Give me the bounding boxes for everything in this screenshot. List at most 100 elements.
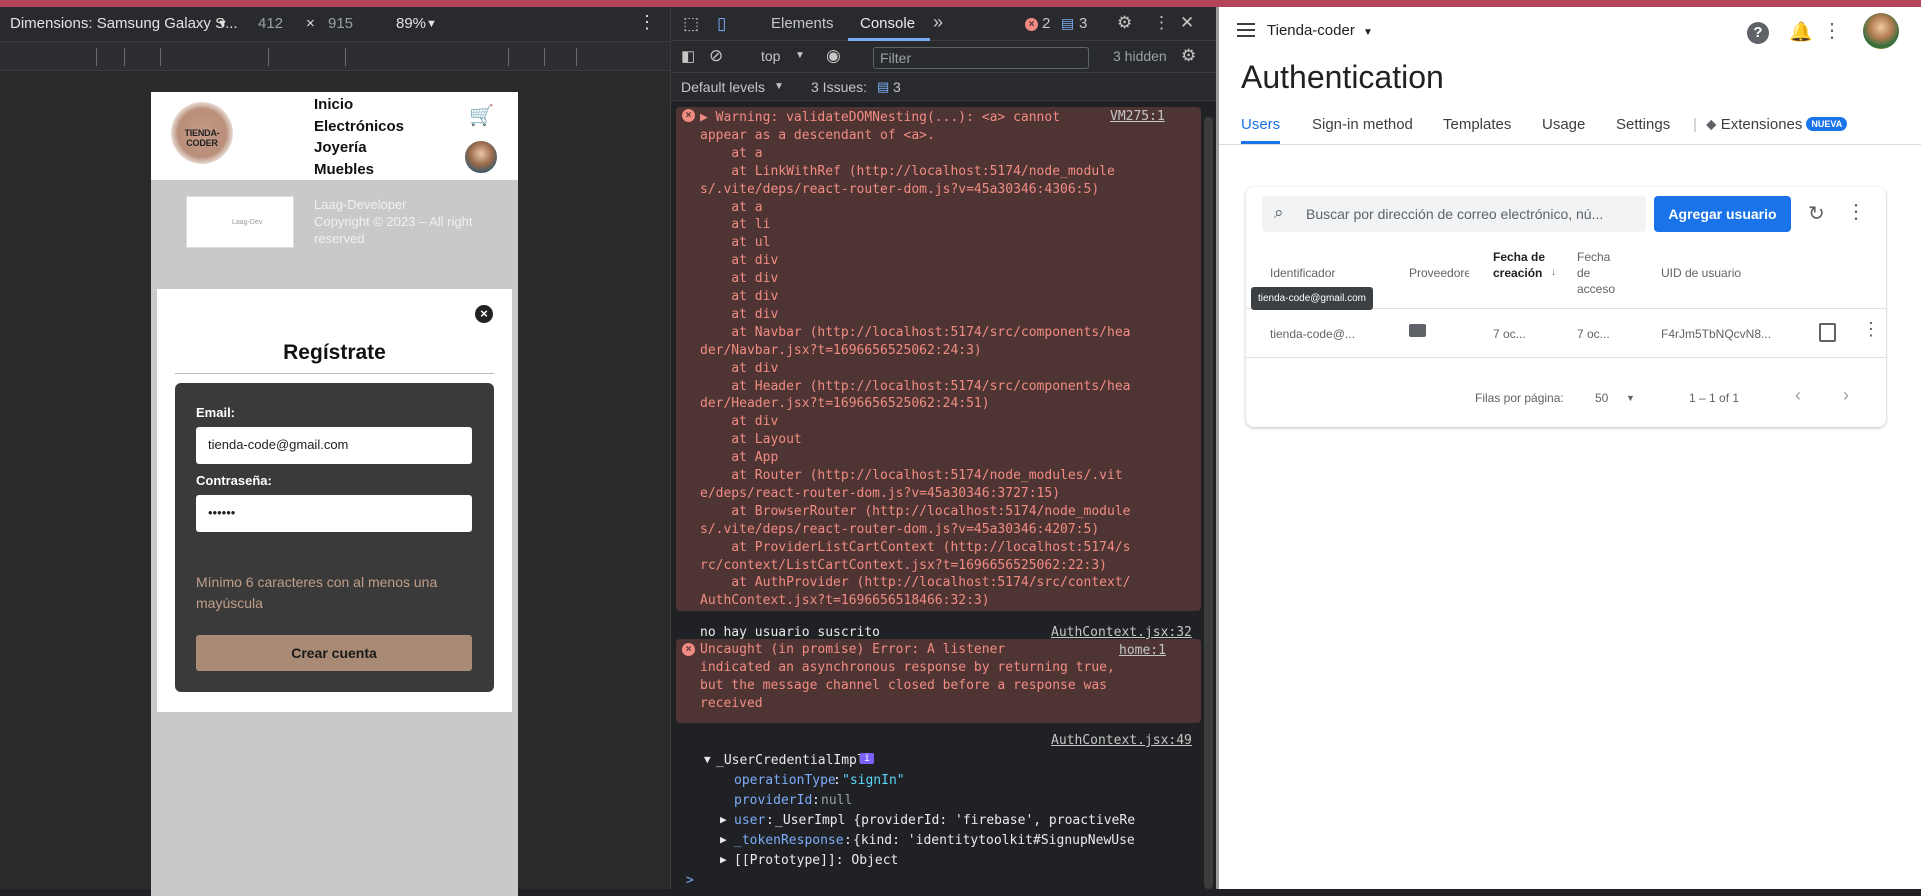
source-link[interactable]: VM275:1 — [1110, 109, 1165, 124]
more-tabs-icon[interactable]: » — [933, 12, 943, 33]
more-options-icon[interactable]: ⋮ — [1822, 18, 1842, 43]
device-toggle-icon[interactable]: ▯ — [717, 14, 726, 34]
site-logo[interactable]: TIENDA-CODER — [171, 102, 233, 164]
source-link[interactable]: AuthContext.jsx:32 — [1051, 625, 1192, 640]
bell-icon[interactable]: 🔔 — [1789, 20, 1813, 44]
column-header-created[interactable]: Fecha de creación — [1493, 249, 1551, 281]
chevron-down-icon[interactable]: ▼ — [774, 81, 784, 92]
levels-select[interactable]: Default levels — [681, 79, 765, 95]
warning-stack-line: rc/context/ListCartContext.jsx?t=1696656… — [700, 557, 1107, 573]
warning-stack-line: at ProviderListCartContext (http://local… — [700, 539, 1131, 555]
expand-triangle-icon[interactable]: ▶ — [720, 813, 727, 826]
password-field[interactable]: •••••• — [196, 495, 472, 532]
more-options-icon[interactable]: ⋮ — [638, 12, 656, 33]
nav-link-muebles[interactable]: Muebles — [314, 159, 434, 181]
prop-key[interactable]: user — [734, 813, 765, 828]
next-page-icon[interactable]: › — [1843, 385, 1849, 406]
warning-stack-line: at LinkWithRef (http://localhost:5174/no… — [700, 163, 1115, 179]
eye-icon[interactable]: ◉ — [826, 46, 841, 66]
error-count[interactable]: 2 — [1042, 15, 1050, 32]
dimension-swap-icon[interactable]: × — [306, 15, 315, 32]
firebase-console-pane: Tienda-coder ▼ ? 🔔 ⋮ Authentication User… — [1216, 7, 1921, 889]
chevron-down-icon: ▼ — [1363, 27, 1373, 38]
clear-console-icon[interactable]: ⊘ — [709, 46, 723, 66]
cart-icon[interactable]: 🛒 — [469, 103, 494, 129]
issue-count[interactable]: 3 — [1079, 15, 1087, 32]
prototype-entry[interactable]: [[Prototype]]: Object — [734, 853, 898, 868]
close-icon[interactable]: ✕ — [1180, 13, 1194, 33]
refresh-icon[interactable]: ↻ — [1808, 201, 1825, 226]
console-scrollbar[interactable] — [1204, 117, 1213, 889]
issues-badge[interactable]: 3 — [893, 79, 901, 95]
mail-icon — [1409, 324, 1426, 337]
column-header-uid[interactable]: UID de usuario — [1661, 265, 1741, 281]
devtools-pane: ⬚ ▯ Elements Console » × 2 ▤ 3 ⚙ ⋮ ✕ ◧ ⊘… — [670, 7, 1217, 889]
search-input[interactable]: ⌕ Buscar por dirección de correo electró… — [1262, 196, 1646, 232]
help-icon[interactable]: ? — [1747, 22, 1769, 44]
device-width-field[interactable]: 412 — [258, 15, 283, 32]
tab-users[interactable]: Users — [1241, 116, 1280, 133]
tab-templates[interactable]: Templates — [1443, 116, 1511, 133]
avatar[interactable] — [1863, 13, 1899, 49]
menu-icon[interactable] — [1237, 23, 1255, 37]
console-prompt[interactable]: > — [686, 873, 694, 888]
chevron-down-icon[interactable]: ▼ — [1626, 393, 1635, 403]
cell-last-access: 7 oc... — [1577, 327, 1610, 341]
source-link[interactable]: home:1 — [1119, 643, 1166, 658]
console-log-text: no hay usuario suscrito — [700, 625, 881, 640]
more-options-icon[interactable]: ⋮ — [1862, 319, 1880, 340]
gear-icon[interactable]: ⚙ — [1181, 46, 1196, 66]
rows-per-page-select[interactable]: 50 — [1595, 391, 1608, 405]
context-select[interactable]: top — [761, 48, 780, 64]
add-user-button[interactable]: Agregar usuario — [1654, 196, 1791, 232]
device-height-field[interactable]: 915 — [328, 15, 353, 32]
column-header-provider[interactable]: Proveedore — [1409, 265, 1469, 281]
nav-link-electronicos[interactable]: Electrónicos — [314, 116, 434, 138]
expand-triangle-icon[interactable]: ▶ — [720, 833, 727, 846]
warning-stack-line: at div — [700, 271, 779, 287]
nav-link-inicio[interactable]: Inicio — [314, 94, 434, 116]
expand-triangle-icon[interactable]: ▼ — [704, 753, 711, 766]
prop-value: _UserImpl {providerId: 'firebase', proac… — [775, 813, 1136, 828]
info-badge[interactable]: i — [860, 753, 875, 764]
source-link[interactable]: AuthContext.jsx:49 — [1051, 733, 1192, 748]
previous-page-icon[interactable]: ‹ — [1795, 385, 1801, 406]
device-select[interactable]: Dimensions: Samsung Galaxy S... — [10, 15, 238, 32]
gear-icon[interactable]: ⚙ — [1117, 13, 1132, 33]
object-name[interactable]: _UserCredentialImpl — [716, 753, 865, 768]
chevron-down-icon[interactable]: ▼ — [426, 18, 437, 30]
column-header-identifier[interactable]: Identificador — [1270, 265, 1335, 281]
chevron-down-icon[interactable]: ▼ — [795, 50, 805, 61]
footer-logo: Laag-Dev — [186, 196, 294, 248]
prop-key[interactable]: _tokenResponse — [734, 833, 844, 848]
avatar[interactable] — [463, 139, 499, 175]
divider — [1219, 144, 1921, 145]
warning-stack-line: at a — [700, 145, 763, 161]
sort-arrow-icon[interactable]: ↓ — [1551, 265, 1556, 281]
tab-extensions[interactable]: ⬥ Extensiones NUEVA — [1706, 116, 1848, 133]
create-account-button[interactable]: Crear cuenta — [196, 635, 472, 671]
copy-icon[interactable] — [1819, 323, 1836, 342]
more-options-icon[interactable]: ⋮ — [1846, 199, 1866, 224]
sidebar-toggle-icon[interactable]: ◧ — [681, 47, 695, 65]
issues-label[interactable]: 3 Issues: — [811, 79, 867, 95]
expand-triangle-icon[interactable]: ▶ — [720, 853, 727, 866]
tab-console[interactable]: Console — [860, 15, 915, 32]
nav-link-joyeria[interactable]: Joyería — [314, 137, 434, 159]
tab-elements[interactable]: Elements — [771, 15, 834, 32]
tab-usage[interactable]: Usage — [1542, 116, 1585, 133]
email-field[interactable]: tienda-code@gmail.com — [196, 427, 472, 464]
tab-sign-in-method[interactable]: Sign-in method — [1312, 116, 1413, 133]
footer-text: Laag-Developer Copyright © 2023 – All ri… — [314, 197, 473, 246]
more-options-icon[interactable]: ⋮ — [1153, 13, 1170, 33]
column-header-last-access[interactable]: Fecha de acceso — [1577, 249, 1627, 297]
chevron-down-icon[interactable]: ▼ — [217, 18, 228, 30]
cell-identifier[interactable]: tienda-code@... — [1270, 327, 1355, 341]
project-select[interactable]: Tienda-coder ▼ — [1267, 22, 1373, 39]
console-filter-input[interactable]: Filter — [873, 47, 1089, 69]
tab-settings[interactable]: Settings — [1616, 116, 1670, 133]
inspect-icon[interactable]: ⬚ — [683, 14, 699, 34]
warning-stack-line: e/deps/react-router-dom.js?v=45a30346:37… — [700, 485, 1061, 501]
zoom-select[interactable]: 89% — [396, 15, 426, 32]
close-icon[interactable]: × — [475, 305, 493, 323]
